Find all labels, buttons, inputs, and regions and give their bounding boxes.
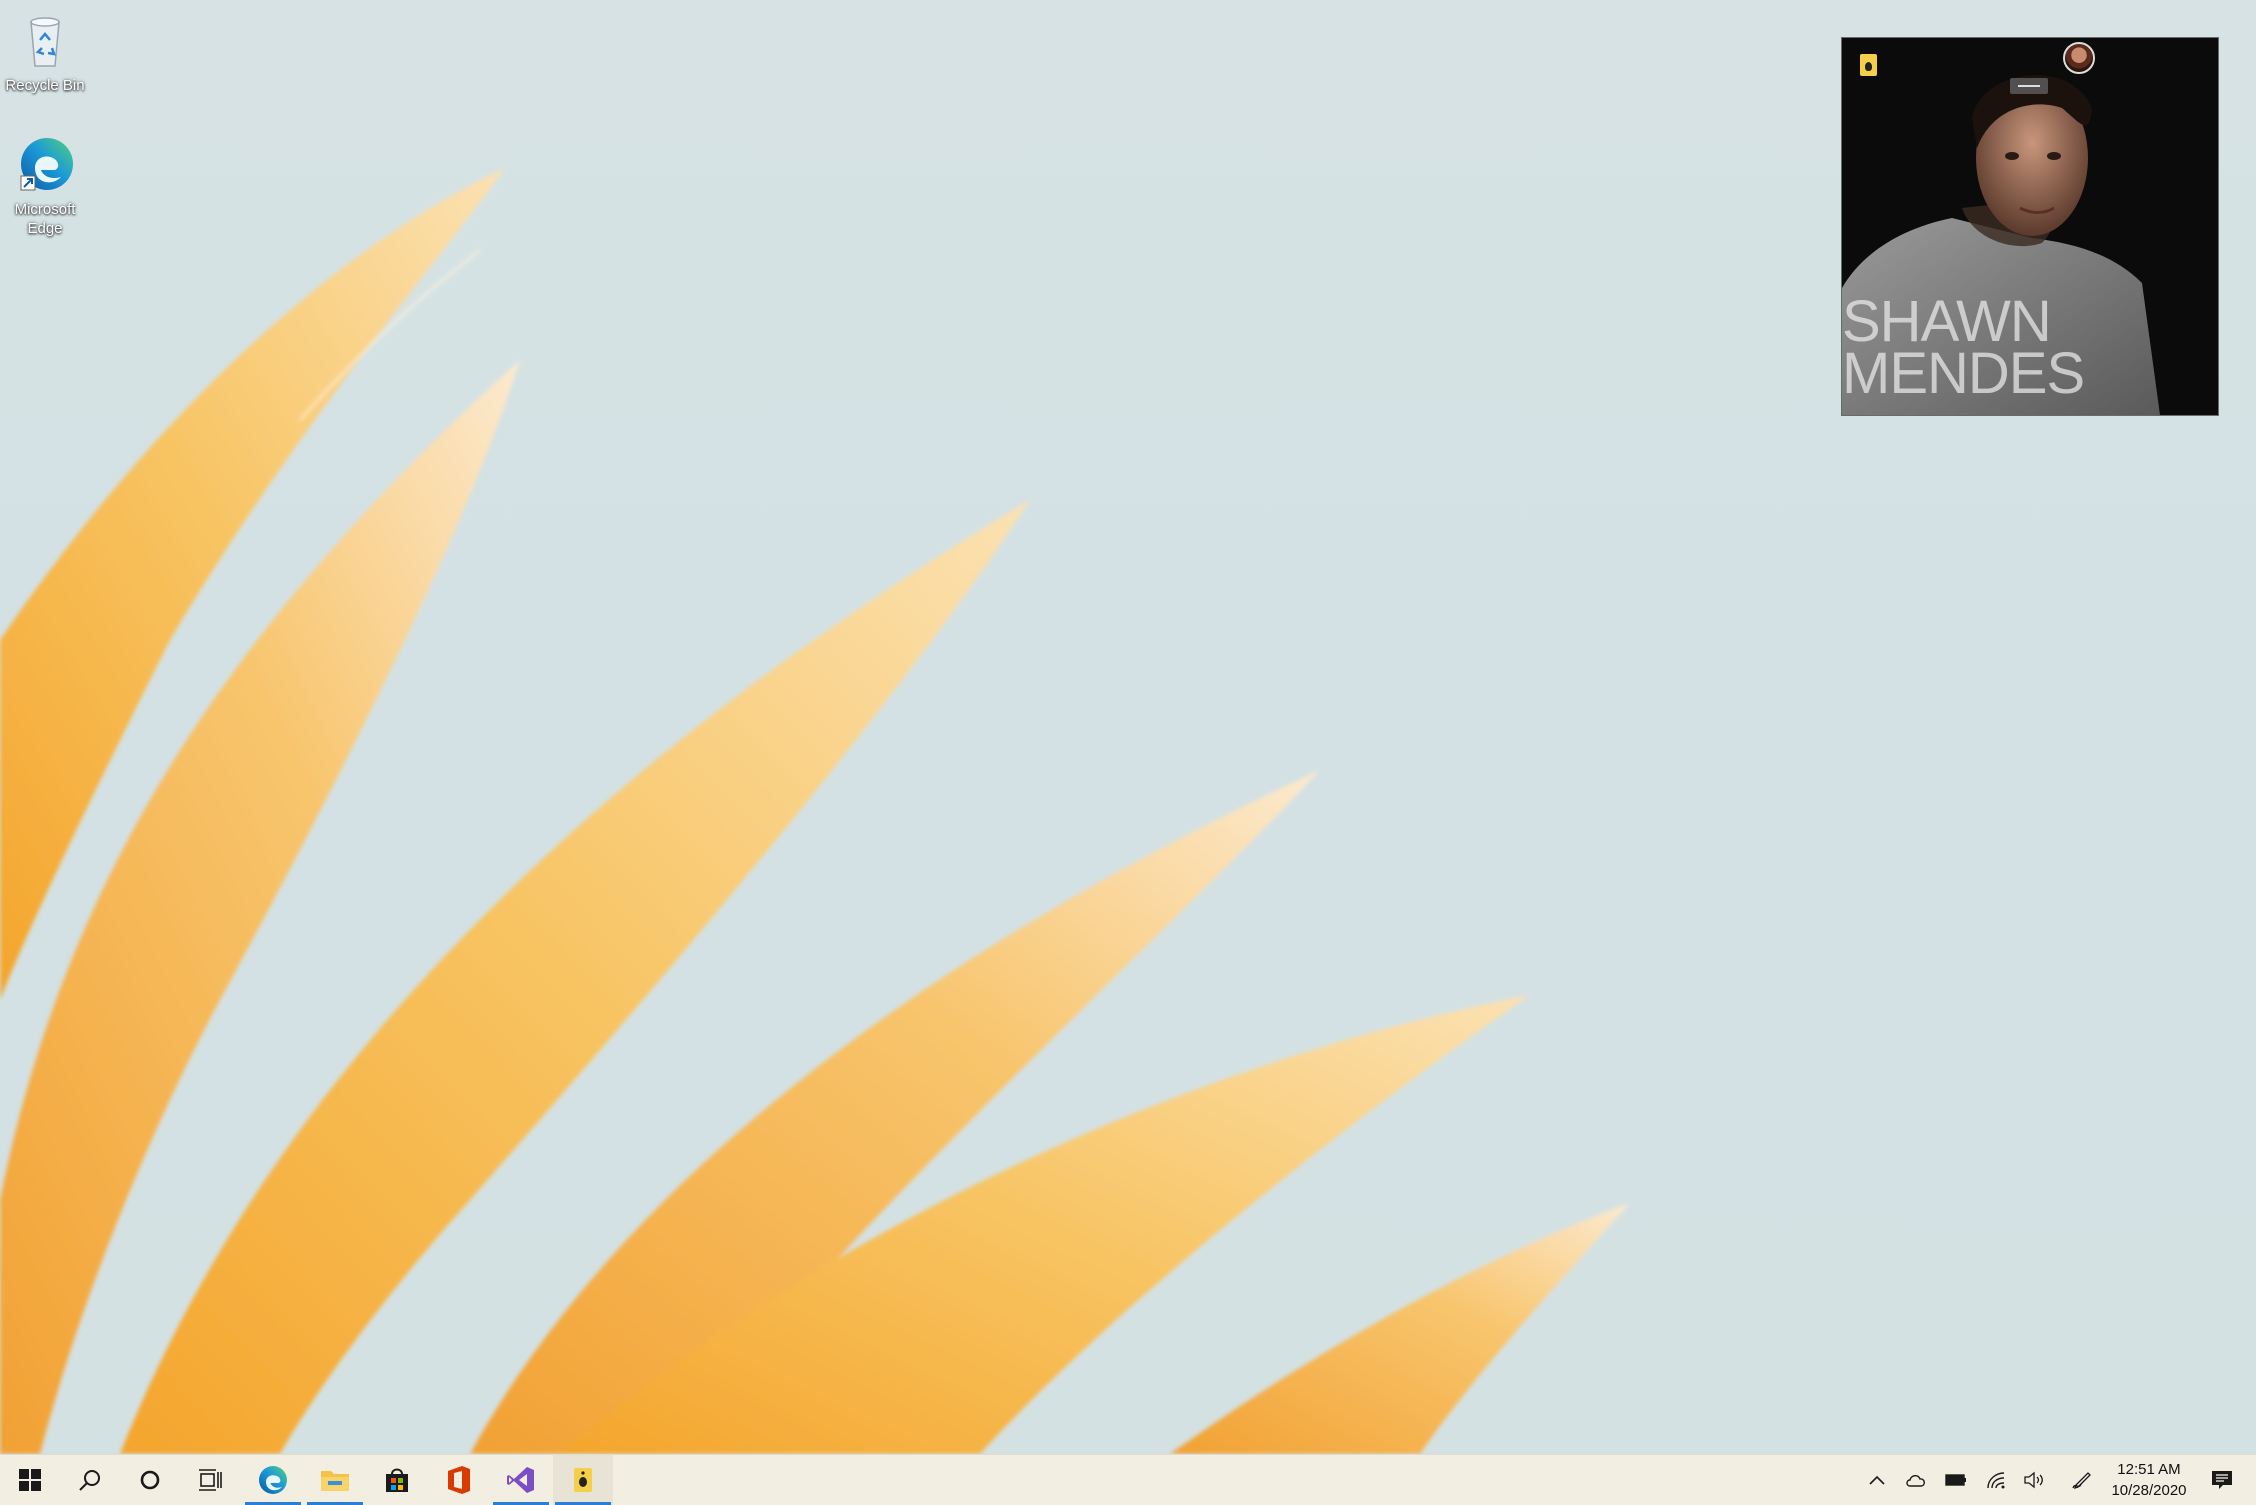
battery-tray-button[interactable] [1940, 1455, 1972, 1505]
clock-date: 10/28/2020 [2111, 1482, 2187, 1499]
office-icon [448, 1466, 470, 1494]
desktop-icon-microsoft-edge[interactable]: Microsoft Edge [0, 132, 90, 238]
store-icon [386, 1468, 408, 1492]
task-view-icon [199, 1469, 222, 1491]
taskbar-edge[interactable] [243, 1455, 303, 1505]
clock[interactable]: 12:51 AM 10/28/2020 [2100, 1459, 2198, 1501]
search-icon [79, 1470, 100, 1491]
desktop[interactable]: Recycle Bin Microsoft Edge SHAWN MENDES [0, 0, 2256, 1454]
task-view-button[interactable] [180, 1455, 240, 1505]
volume-tray-button[interactable] [2018, 1455, 2050, 1505]
desktop-icon-recycle-bin[interactable]: Recycle Bin [0, 8, 90, 95]
taskbar-visual-studio[interactable] [491, 1455, 551, 1505]
onedrive-tray-button[interactable] [1900, 1455, 1932, 1505]
notification-icon [2212, 1471, 2232, 1489]
media-title: SHAWN MENDES [1842, 289, 2085, 406]
clock-time: 12:51 AM [2117, 1461, 2181, 1478]
network-tray-button[interactable] [1980, 1455, 2012, 1505]
windows-start-icon [19, 1469, 41, 1491]
recycle-bin-icon [13, 8, 77, 72]
taskbar-file-explorer[interactable] [305, 1455, 365, 1505]
folder-icon [321, 1471, 349, 1491]
desktop-icon-label: Microsoft Edge [14, 201, 76, 237]
edge-icon [259, 1466, 287, 1494]
media-widget[interactable]: SHAWN MENDES [1841, 37, 2219, 416]
drag-handle-icon[interactable] [2010, 78, 2048, 94]
cortana-button[interactable] [120, 1455, 180, 1505]
taskbar-music-app[interactable] [553, 1455, 613, 1505]
cortana-icon [140, 1470, 160, 1490]
user-avatar[interactable] [2063, 42, 2095, 74]
taskbar: 12:51 AM 10/28/2020 [0, 1454, 2256, 1505]
search-button[interactable] [60, 1455, 120, 1505]
desktop-icon-label: Recycle Bin [5, 77, 85, 94]
pen-tray-button[interactable] [2066, 1455, 2098, 1505]
chevron-up-icon [1869, 1475, 1885, 1485]
taskbar-store[interactable] [367, 1455, 427, 1505]
edge-icon [13, 132, 77, 196]
taskbar-office[interactable] [429, 1455, 489, 1505]
visual-studio-icon [507, 1467, 534, 1493]
cloud-icon [1906, 1475, 1925, 1487]
pen-icon [2072, 1472, 2091, 1490]
action-center-button[interactable] [2200, 1455, 2244, 1505]
battery-icon [1945, 1474, 1966, 1486]
show-hidden-icons-button[interactable] [1862, 1455, 1892, 1505]
start-button[interactable] [0, 1455, 60, 1505]
wifi-icon [1987, 1472, 2005, 1489]
music-app-icon [574, 1468, 592, 1492]
volume-icon [2024, 1471, 2043, 1489]
music-app-icon[interactable] [1860, 54, 1877, 76]
